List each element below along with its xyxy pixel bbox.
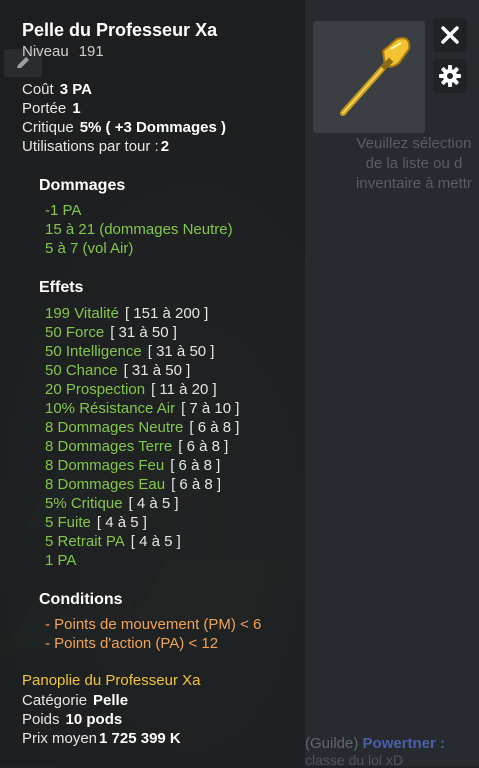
stat-cost: Coût 3 PA <box>22 81 92 98</box>
settings-button[interactable] <box>433 59 467 93</box>
conditions-title: Conditions <box>39 591 123 608</box>
effect-line: 8 Dommages Feu [ 6 à 8 ] <box>45 457 220 474</box>
effect-line: 199 Vitalité [ 151 à 200 ] <box>45 305 208 322</box>
effect-line: 1 PA <box>45 552 76 569</box>
footer-value: 1 725 399 K <box>99 730 181 747</box>
effect-range: [ 11 à 20 ] <box>151 381 217 398</box>
close-icon <box>441 26 459 44</box>
effect-line: 5 Fuite [ 4 à 5 ] <box>45 514 147 531</box>
effect-text: 50 Force <box>45 324 105 341</box>
item-name: Pelle du Professeur Xa <box>22 20 218 40</box>
effect-line: 8 Dommages Neutre [ 6 à 8 ] <box>45 419 239 436</box>
stat-label: Coût <box>22 81 54 98</box>
effect-range: [ 7 à 10 ] <box>181 400 240 417</box>
set-name-link[interactable]: Panoplie du Professeur Xa <box>22 672 200 689</box>
stat-label: Critique <box>22 119 74 136</box>
effect-text: 5 Fuite <box>45 514 91 531</box>
effect-text: 50 Chance <box>45 362 118 379</box>
effect-line: 10% Résistance Air [ 7 à 10 ] <box>45 400 239 417</box>
effect-range: [ 31 à 50 ] <box>147 343 215 360</box>
effect-range: [ 31 à 50 ] <box>110 324 177 341</box>
effect-line: 5 Retrait PA [ 4 à 5 ] <box>45 533 181 550</box>
stat-value: 5% ( +3 Dommages ) <box>79 119 226 136</box>
gear-icon <box>439 65 461 87</box>
damage-line: -1 PA <box>45 202 82 219</box>
inventory-hint: Veuillez sélection de la liste ou d inve… <box>305 134 479 194</box>
effect-text: 10% Résistance Air <box>45 400 176 417</box>
stat-value: 3 PA <box>59 81 92 98</box>
stat-value: 1 <box>72 100 81 117</box>
damage-line: 5 à 7 (vol Air) <box>45 240 134 257</box>
effect-line: 8 Dommages Eau [ 6 à 8 ] <box>45 476 221 493</box>
condition-line: - Points de mouvement (PM) < 6 <box>45 616 262 633</box>
effect-text: 5% Critique <box>45 495 123 512</box>
level-label: Niveau <box>22 43 69 60</box>
stat-label: Utilisations par tour : <box>22 138 159 155</box>
hint-line: Veuillez sélection <box>356 135 472 152</box>
effect-line: 50 Chance [ 31 à 50 ] <box>45 362 190 379</box>
stat-value: 2 <box>160 138 170 155</box>
effect-text: 8 Dommages Terre <box>45 438 173 455</box>
effect-range: [ 151 à 200 ] <box>124 305 209 322</box>
effect-range: [ 6 à 8 ] <box>171 476 222 493</box>
hint-line: de la liste ou d <box>365 155 463 172</box>
footer-price: Prix moyen 1 725 399 K <box>22 730 181 747</box>
effect-text: 8 Dommages Neutre <box>45 419 184 436</box>
effect-range: [ 4 à 5 ] <box>130 533 181 550</box>
item-level: Niveau 191 <box>22 43 104 60</box>
footer-label: Poids <box>22 711 60 728</box>
stat-label: Portée <box>22 100 67 117</box>
effect-text: 8 Dommages Eau <box>45 476 166 493</box>
effect-line: 50 Intelligence [ 31 à 50 ] <box>45 343 214 360</box>
effect-range: [ 4 à 5 ] <box>96 514 147 531</box>
item-image <box>313 21 425 133</box>
effect-text: 199 Vitalité <box>45 305 119 322</box>
footer-value: Pelle <box>93 692 129 709</box>
condition-line: - Points d'action (PA) < 12 <box>45 635 219 652</box>
stat-uses-per-turn: Utilisations par tour :2 <box>22 138 169 155</box>
effect-range: [ 6 à 8 ] <box>170 457 221 474</box>
effect-text: 1 PA <box>45 552 77 569</box>
effect-text: 20 Prospection <box>45 381 146 398</box>
chat-author[interactable]: Powertner : <box>363 735 446 752</box>
stat-range: Portée 1 <box>22 100 81 117</box>
shovel-icon <box>340 37 411 116</box>
close-button[interactable] <box>433 18 467 52</box>
damages-title: Dommages <box>39 177 126 194</box>
chat-message[interactable]: (Guilde) Powertner : <box>305 735 479 752</box>
effect-range: [ 31 à 50 ] <box>123 362 191 379</box>
footer-value: 10 pods <box>65 711 123 728</box>
level-value: 191 <box>78 43 104 60</box>
effect-text: 8 Dommages Feu <box>45 457 165 474</box>
chat-channel: (Guilde) <box>305 735 359 752</box>
effects-title: Effets <box>39 279 84 296</box>
effect-range: [ 4 à 5 ] <box>128 495 179 512</box>
effect-line: 50 Force [ 31 à 50 ] <box>45 324 177 341</box>
hint-line: inventaire à mettr <box>356 175 472 192</box>
effect-text: 50 Intelligence <box>45 343 142 360</box>
effect-range: [ 6 à 8 ] <box>189 419 240 436</box>
effect-line: 5% Critique [ 4 à 5 ] <box>45 495 179 512</box>
footer-label: Catégorie <box>22 692 88 709</box>
footer-category: Catégorie Pelle <box>22 692 128 709</box>
footer-weight: Poids 10 pods <box>22 711 122 728</box>
footer-label: Prix moyen <box>22 730 98 747</box>
damage-line: 15 à 21 (dommages Neutre) <box>45 221 233 238</box>
effect-range: [ 6 à 8 ] <box>178 438 229 455</box>
effect-line: 20 Prospection [ 11 à 20 ] <box>45 381 217 398</box>
effect-text: 5 Retrait PA <box>45 533 125 550</box>
effect-line: 8 Dommages Terre [ 6 à 8 ] <box>45 438 228 455</box>
stat-critical: Critique 5% ( +3 Dommages ) <box>22 119 226 136</box>
